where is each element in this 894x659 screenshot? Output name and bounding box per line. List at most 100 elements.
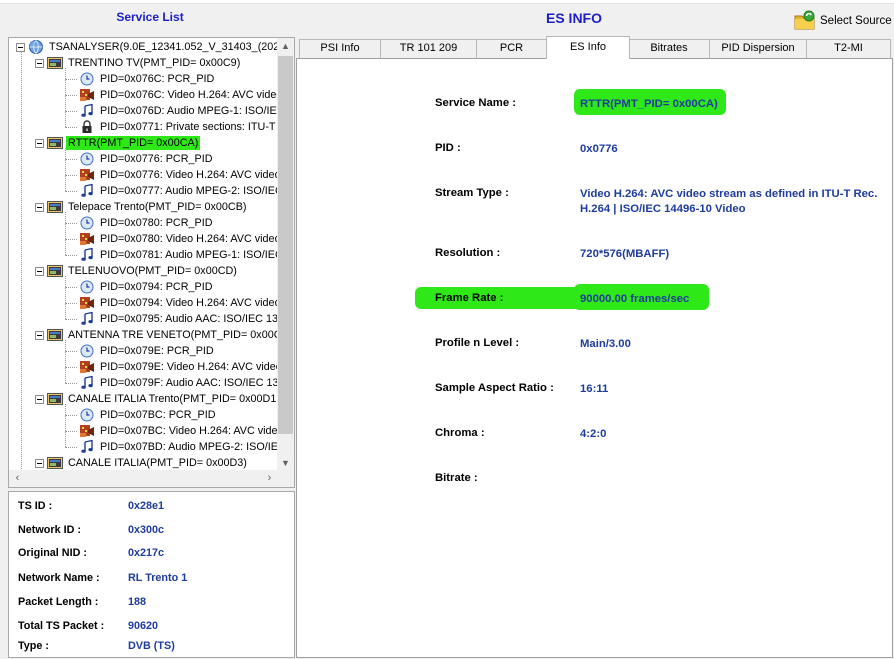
tab-t2-mi[interactable]: T2-MI xyxy=(806,39,891,58)
pid-label: PID=0x079E: PCR_PID xyxy=(100,345,214,357)
pid-label: PID=0x0794: Video H.264: AVC video xyxy=(100,297,278,309)
tab-pid-dispersion[interactable]: PID Dispersion xyxy=(709,39,807,58)
tree-connector xyxy=(65,223,77,224)
pid-node[interactable]: PID=0x076D: Audio MPEG-1: ISO/IEC xyxy=(79,103,278,119)
scroll-up-arrow-icon[interactable]: ▲ xyxy=(277,38,294,55)
scroll-corner xyxy=(277,470,294,487)
tree-connector xyxy=(65,415,77,416)
pid-node[interactable]: PID=0x0794: Video H.264: AVC video xyxy=(79,295,278,311)
service-label: RTTR(PMT_PID= 0x00CA) xyxy=(66,136,201,150)
video-icon xyxy=(79,296,95,310)
pid-node[interactable]: PID=0x07BD: Audio MPEG-2: ISO/IEC xyxy=(79,439,278,455)
es-info-key: Sample Aspect Ratio : xyxy=(435,382,554,394)
tv-service-icon xyxy=(47,456,63,470)
tree-connector xyxy=(65,319,77,320)
analyzer-window: Service List ES INFO Select Source TSANA… xyxy=(0,0,894,659)
service-node[interactable]: CANALE ITALIA(PMT_PID= 0x00D3) xyxy=(35,455,249,471)
tab-psi-info[interactable]: PSI Info xyxy=(299,39,381,58)
pid-label: PID=0x0795: Audio AAC: ISO/IEC 138 xyxy=(100,313,278,325)
pid-node[interactable]: PID=0x07BC: Video H.264: AVC video xyxy=(79,423,278,439)
service-label: ANTENNA TRE VENETO(PMT_PID= 0x00CE xyxy=(68,329,278,341)
pid-node[interactable]: PID=0x0794: PCR_PID xyxy=(79,279,215,295)
es-info-value: Video H.264: AVC video stream as defined… xyxy=(580,188,878,215)
pid-label: PID=0x0776: PCR_PID xyxy=(100,153,213,165)
service-label: TELENUOVO(PMT_PID= 0x00CD) xyxy=(68,265,237,277)
es-info-key: Service Name : xyxy=(435,97,517,109)
pid-node[interactable]: PID=0x0776: PCR_PID xyxy=(79,151,215,167)
service-node[interactable]: RTTR(PMT_PID= 0x00CA) xyxy=(35,135,201,151)
tree-connector xyxy=(65,111,77,112)
scroll-left-arrow-icon[interactable]: ‹ xyxy=(9,470,26,487)
tab-bitrates[interactable]: Bitrates xyxy=(628,39,710,58)
tree-connector xyxy=(65,340,66,383)
tree-connector xyxy=(65,239,77,240)
ts-info-key: Total TS Packet : xyxy=(18,620,105,632)
collapse-toggle-icon[interactable] xyxy=(35,330,44,340)
es-info-value: 0x0776 xyxy=(580,143,618,155)
tree-connector xyxy=(65,79,77,80)
select-source-label: Select Source xyxy=(820,15,892,27)
video-icon xyxy=(79,424,95,438)
es-info-key: PID : xyxy=(435,142,461,154)
service-node[interactable]: TRENTINO TV(PMT_PID= 0x00C9) xyxy=(35,55,242,71)
pid-node[interactable]: PID=0x0780: PCR_PID xyxy=(79,215,215,231)
tab-bar: PSI Info TR 101 209 PCR ES Info Bitrates PID … xyxy=(296,36,893,59)
ts-info-value: 90620 xyxy=(128,620,159,632)
pid-node[interactable]: PID=0x079E: PCR_PID xyxy=(79,343,216,359)
es-info-key: Chroma : xyxy=(435,427,485,439)
service-list-title: Service List xyxy=(116,10,184,24)
clock-icon xyxy=(79,152,95,166)
pid-node[interactable]: PID=0x0795: Audio AAC: ISO/IEC 138 xyxy=(79,311,278,327)
pid-label: PID=0x07BD: Audio MPEG-2: ISO/IEC xyxy=(100,441,278,453)
pid-label: PID=0x0781: Audio MPEG-1: ISO/IEC xyxy=(100,249,278,261)
pid-node[interactable]: PID=0x07BC: PCR_PID xyxy=(79,407,218,423)
tree-connector xyxy=(21,51,22,471)
service-node[interactable]: ANTENNA TRE VENETO(PMT_PID= 0x00CE xyxy=(35,327,278,343)
scroll-right-arrow-icon[interactable]: › xyxy=(261,470,278,487)
collapse-toggle-icon[interactable] xyxy=(35,458,44,468)
scroll-thumb[interactable] xyxy=(278,56,293,434)
service-node[interactable]: Telepace Trento(PMT_PID= 0x00CB) xyxy=(35,199,249,215)
pid-node[interactable]: PID=0x076C: Video H.264: AVC video xyxy=(79,87,278,103)
clock-icon xyxy=(79,72,95,86)
pid-label: PID=0x079F: Audio AAC: ISO/IEC 138 xyxy=(100,377,278,389)
pid-node[interactable]: PID=0x079E: Video H.264: AVC video xyxy=(79,359,278,375)
video-icon xyxy=(79,232,95,246)
service-tree[interactable]: TSANALYSER(9.0E_12341.052_V_31403_(202 TR… xyxy=(8,37,295,488)
es-info-value: 4:2:0 xyxy=(580,428,607,440)
tree-horizontal-scrollbar[interactable]: ‹ › xyxy=(9,470,278,487)
tab-pcr[interactable]: PCR xyxy=(476,39,547,58)
tv-service-icon xyxy=(47,56,63,70)
tree-root-node[interactable]: TSANALYSER(9.0E_12341.052_V_31403_(202 xyxy=(16,39,278,55)
tab-tr-101-209[interactable]: TR 101 209 xyxy=(380,39,477,58)
pid-node[interactable]: PID=0x0777: Audio MPEG-2: ISO/IEC xyxy=(79,183,278,199)
tree-vertical-scrollbar[interactable]: ▲ ▼ xyxy=(277,38,294,472)
select-source-button[interactable]: Select Source xyxy=(794,10,892,32)
video-icon xyxy=(79,88,95,102)
pid-node[interactable]: PID=0x076C: PCR_PID xyxy=(79,71,216,87)
lock-icon xyxy=(79,120,95,134)
pid-node[interactable]: PID=0x0780: Video H.264: AVC video xyxy=(79,231,278,247)
collapse-toggle-icon[interactable] xyxy=(35,266,44,276)
service-label: CANALE ITALIA Trento(PMT_PID= 0x00D1 xyxy=(68,393,277,405)
music-note-icon xyxy=(79,248,95,262)
pid-label: PID=0x07BC: PCR_PID xyxy=(100,409,216,421)
collapse-toggle-icon[interactable] xyxy=(35,58,44,68)
music-note-icon xyxy=(79,184,95,198)
collapse-toggle-icon[interactable] xyxy=(35,138,44,148)
tree-connector xyxy=(65,383,77,384)
ts-info-value: DVB (TS) xyxy=(128,640,175,652)
collapse-toggle-icon[interactable] xyxy=(35,202,44,212)
collapse-toggle-icon[interactable] xyxy=(35,394,44,404)
pid-node[interactable]: PID=0x0776: Video H.264: AVC video xyxy=(79,167,278,183)
pid-node[interactable]: PID=0x0781: Audio MPEG-1: ISO/IEC xyxy=(79,247,278,263)
pid-node[interactable]: PID=0x079F: Audio AAC: ISO/IEC 138 xyxy=(79,375,278,391)
ts-info-value: RL Trento 1 xyxy=(128,572,188,584)
ts-info-key: Network ID : xyxy=(18,524,81,536)
pid-node[interactable]: PID=0x0771: Private sections: ITU-T R xyxy=(79,119,278,135)
tree-connector xyxy=(65,68,66,127)
pid-label: PID=0x076C: PCR_PID xyxy=(100,73,215,85)
tab-es-info[interactable]: ES Info xyxy=(546,36,630,59)
service-node[interactable]: CANALE ITALIA Trento(PMT_PID= 0x00D1 xyxy=(35,391,278,407)
tree-connector xyxy=(65,447,77,448)
